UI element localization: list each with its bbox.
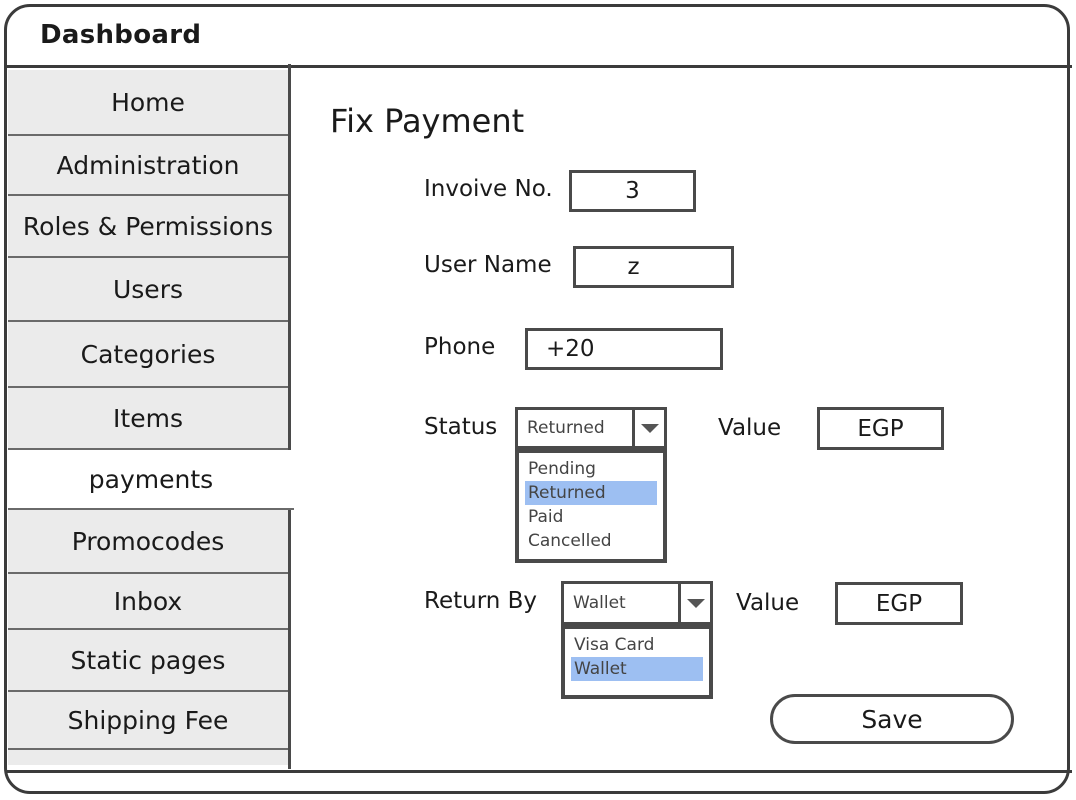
page-title: Fix Payment <box>330 102 525 140</box>
status-select[interactable]: Returned <box>515 407 667 449</box>
save-button[interactable]: Save <box>770 694 1014 744</box>
sidebar-item-payments[interactable]: payments <box>8 450 294 510</box>
status-value-label: Value <box>718 415 782 441</box>
sidebar-item-users[interactable]: Users <box>8 258 288 322</box>
sidebar-item-promocodes[interactable]: Promocodes <box>8 510 288 574</box>
return-by-label: Return By <box>424 588 538 614</box>
status-option-pending[interactable]: Pending <box>525 457 657 481</box>
return-by-value-input[interactable]: EGP <box>835 582 963 625</box>
return-by-selected-value: Wallet <box>573 593 626 613</box>
sidebar-item-inbox[interactable]: Inbox <box>8 574 288 630</box>
status-option-cancelled[interactable]: Cancelled <box>525 529 657 553</box>
sidebar-item-home[interactable]: Home <box>8 70 288 136</box>
sidebar-item-static-pages[interactable]: Static pages <box>8 630 288 692</box>
status-label: Status <box>424 414 498 440</box>
phone-input[interactable]: +20 <box>525 328 723 370</box>
status-option-paid[interactable]: Paid <box>525 505 657 529</box>
sidebar-item-categories[interactable]: Categories <box>8 322 288 388</box>
return-by-options-list: Visa Card Wallet <box>561 625 713 699</box>
return-by-option-wallet[interactable]: Wallet <box>571 657 703 681</box>
status-dropdown-button[interactable] <box>632 410 664 446</box>
status-selected-value: Returned <box>527 418 605 438</box>
sidebar-item-items[interactable]: Items <box>8 388 288 450</box>
phone-label: Phone <box>424 334 496 360</box>
return-by-dropdown-button[interactable] <box>678 584 710 622</box>
username-label: User Name <box>424 252 552 278</box>
chevron-down-icon <box>640 423 659 433</box>
return-by-select[interactable]: Wallet <box>561 581 713 625</box>
status-options-list: Pending Returned Paid Cancelled <box>515 449 667 563</box>
header-divider <box>6 65 1072 68</box>
status-value-input[interactable]: EGP <box>817 407 944 450</box>
status-option-returned[interactable]: Returned <box>525 481 657 505</box>
invoice-input[interactable]: 3 <box>569 170 696 212</box>
footer-divider <box>6 770 1072 773</box>
sidebar-item-administration[interactable]: Administration <box>8 136 288 196</box>
sidebar-item-shipping-fee[interactable]: Shipping Fee <box>8 692 288 750</box>
invoice-label: Invoive No. <box>424 176 553 202</box>
sidebar-item-roles-permissions[interactable]: Roles & Permissions <box>8 196 288 258</box>
username-input[interactable]: z <box>573 246 734 288</box>
return-by-value-label: Value <box>736 590 800 616</box>
return-by-option-visa-card[interactable]: Visa Card <box>571 633 703 657</box>
app-title: Dashboard <box>40 20 202 50</box>
chevron-down-icon <box>686 598 705 608</box>
sidebar-border <box>288 64 291 769</box>
